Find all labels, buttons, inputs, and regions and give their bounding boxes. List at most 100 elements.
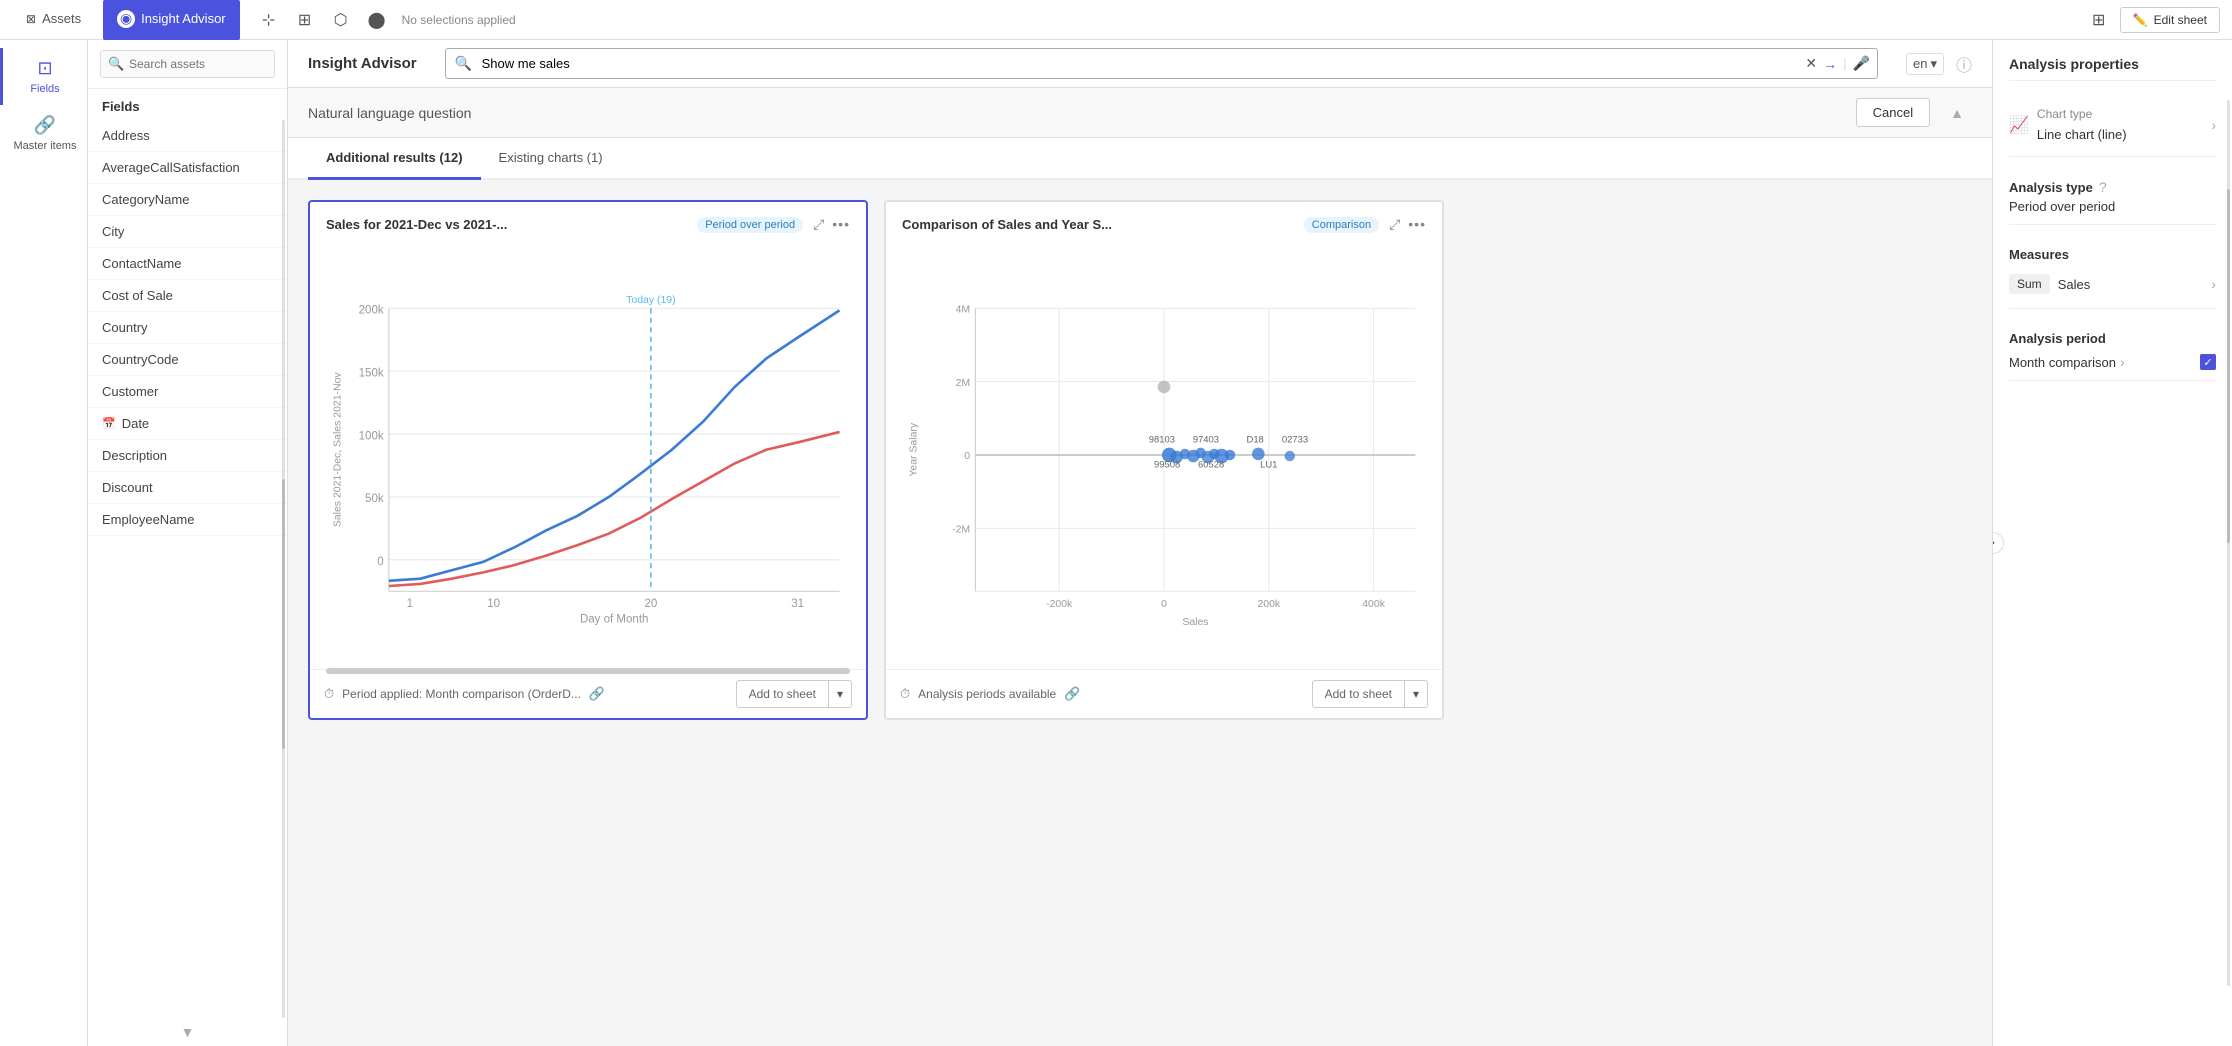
- field-item-city[interactable]: City: [88, 216, 287, 248]
- chart-type-item[interactable]: 📈 Chart type Line chart (line) ›: [2009, 103, 2216, 146]
- info-icon[interactable]: ⓘ: [1956, 52, 1972, 76]
- field-item-avgcall[interactable]: AverageCallSatisfaction: [88, 152, 287, 184]
- nl-question-bar: Natural language question Cancel ▲: [288, 88, 1992, 138]
- more-options-icon[interactable]: •••: [832, 216, 850, 233]
- topbar: ⊠ Assets ◉ Insight Advisor ⊹ ⊞ ⬡ ⬤ No se…: [0, 0, 2232, 40]
- right-panel-title: Analysis properties: [2009, 56, 2216, 81]
- insight-main: Insight Advisor 🔍 ✕ → | 🎤 en ▾ ⓘ: [288, 40, 1992, 1046]
- svg-text:97403: 97403: [1193, 433, 1219, 444]
- analysis-period-section: Analysis period Month comparison › ✓: [2009, 321, 2216, 381]
- period-left: Month comparison ›: [2009, 354, 2125, 370]
- expand-icon[interactable]: ⤢: [813, 216, 824, 233]
- svg-text:150k: 150k: [359, 367, 384, 379]
- svg-text:60528: 60528: [1198, 459, 1224, 470]
- field-item-customer[interactable]: Customer: [88, 376, 287, 408]
- measures-section: Measures Sum Sales ›: [2009, 237, 2216, 309]
- sidebar-item-fields[interactable]: ⊡ Fields: [0, 48, 87, 105]
- analysis-type-help[interactable]: ?: [2099, 179, 2107, 195]
- chart-1-scrollbar[interactable]: [326, 668, 850, 674]
- field-item-description[interactable]: Description: [88, 440, 287, 472]
- microphone-icon[interactable]: 🎤: [1853, 55, 1870, 72]
- svg-text:Year Salary: Year Salary: [909, 422, 920, 476]
- svg-text:200k: 200k: [1257, 599, 1280, 610]
- expand-icon-2[interactable]: ⤢: [1389, 216, 1400, 233]
- tabs-bar: Additional results (12) Existing charts …: [288, 138, 1992, 180]
- tab-additional-results[interactable]: Additional results (12): [308, 138, 481, 180]
- svg-text:0: 0: [377, 556, 383, 568]
- line-chart-icon: 📈: [2009, 115, 2029, 135]
- analysis-type-value: Period over period: [2009, 199, 2216, 214]
- collapse-icon[interactable]: ▲: [1942, 105, 1972, 121]
- chart-card-1: Sales for 2021-Dec vs 2021-... Period ov…: [308, 200, 868, 720]
- chart-card-2: Comparison of Sales and Year S... Compar…: [884, 200, 1444, 720]
- search-bar-input[interactable]: [445, 48, 1878, 79]
- sidebar-item-master-items[interactable]: 🔗 Master items: [0, 105, 87, 162]
- svg-text:2M: 2M: [956, 378, 971, 389]
- insight-header: Insight Advisor 🔍 ✕ → | 🎤 en ▾ ⓘ: [288, 40, 1992, 88]
- calendar-icon: 📅: [102, 417, 116, 430]
- analysis-period-checkbox[interactable]: ✓: [2200, 354, 2216, 370]
- chart-2-footer-text: Analysis periods available: [918, 687, 1056, 701]
- chart-type-section: 📈 Chart type Line chart (line) ›: [2009, 93, 2216, 157]
- chart-type-chevron[interactable]: ›: [2211, 117, 2216, 133]
- selection-tool-icon[interactable]: ⊹: [256, 7, 282, 33]
- analysis-type-section: Analysis type ? Period over period: [2009, 169, 2216, 225]
- field-item-contactname[interactable]: ContactName: [88, 248, 287, 280]
- tab-assets[interactable]: ⊠ Assets: [12, 0, 95, 40]
- search-clear-icon[interactable]: ✕: [1805, 55, 1817, 72]
- tab-insight-advisor[interactable]: ◉ Insight Advisor: [103, 0, 240, 40]
- add-to-sheet-button-1[interactable]: Add to sheet ▾: [736, 680, 852, 708]
- edit-icon: ✏️: [2133, 13, 2148, 27]
- chart-2-body: 4M 2M 0 -2M -200k 0 200k 400k Year Salar…: [886, 241, 1442, 669]
- scrollbar-thumb[interactable]: [282, 479, 285, 748]
- field-item-employeename[interactable]: EmployeeName: [88, 504, 287, 536]
- measure-agg-tag: Sum: [2009, 274, 2050, 294]
- right-panel-scrollbar-thumb[interactable]: [2227, 189, 2230, 543]
- add-to-sheet-button-2[interactable]: Add to sheet ▾: [1312, 680, 1428, 708]
- clock-icon: ⏱: [324, 686, 334, 702]
- grid-layout-icon[interactable]: ⊞: [2086, 7, 2112, 33]
- scatter-chart-svg: 4M 2M 0 -2M -200k 0 200k 400k Year Salar…: [902, 249, 1426, 661]
- field-item-costofsale[interactable]: Cost of Sale: [88, 280, 287, 312]
- search-assets-input[interactable]: [100, 50, 275, 78]
- field-item-address[interactable]: Address: [88, 120, 287, 152]
- add-to-sheet-arrow-1[interactable]: ▾: [829, 681, 851, 707]
- svg-text:Sales: Sales: [1182, 617, 1208, 628]
- tab-existing-charts[interactable]: Existing charts (1): [481, 138, 621, 180]
- topbar-right: ⊞ ✏️ Edit sheet: [2086, 7, 2220, 33]
- field-item-countrycode[interactable]: CountryCode: [88, 344, 287, 376]
- svg-text:50k: 50k: [365, 493, 384, 505]
- field-item-date[interactable]: 📅 Date: [88, 408, 287, 440]
- link-icon-2[interactable]: 🔗: [1064, 686, 1080, 702]
- more-options-icon-2[interactable]: •••: [1408, 216, 1426, 233]
- svg-text:100k: 100k: [359, 430, 384, 442]
- add-to-sheet-arrow-2[interactable]: ▾: [1405, 681, 1427, 707]
- content-area: 🔍 Fields Address AverageCallSatisfaction…: [88, 40, 2232, 1046]
- scroll-down-arrow[interactable]: ▼: [88, 1018, 287, 1046]
- nl-question-label: Natural language question: [308, 105, 1844, 121]
- svg-text:D18: D18: [1247, 433, 1264, 444]
- link-icon[interactable]: 🔗: [589, 686, 605, 702]
- language-selector[interactable]: en ▾: [1906, 53, 1944, 75]
- period-chevron[interactable]: ›: [2120, 354, 2125, 370]
- search-submit-icon[interactable]: →: [1823, 56, 1837, 72]
- svg-text:0: 0: [1161, 599, 1167, 610]
- cancel-button[interactable]: Cancel: [1856, 98, 1930, 127]
- chart-1-footer-text: Period applied: Month comparison (OrderD…: [342, 687, 581, 701]
- measure-chevron[interactable]: ›: [2211, 276, 2216, 292]
- svg-text:-200k: -200k: [1046, 599, 1073, 610]
- svg-text:200k: 200k: [359, 305, 384, 317]
- grid-select-icon[interactable]: ⊞: [292, 7, 318, 33]
- fields-panel-title: Fields: [88, 89, 287, 120]
- lasso-icon[interactable]: ⬡: [328, 7, 354, 33]
- field-item-categoryname[interactable]: CategoryName: [88, 184, 287, 216]
- field-item-discount[interactable]: Discount: [88, 472, 287, 504]
- field-item-country[interactable]: Country: [88, 312, 287, 344]
- measure-item-sales[interactable]: Sum Sales ›: [2009, 270, 2216, 298]
- toolbar-icons: ⊹ ⊞ ⬡ ⬤: [256, 7, 390, 33]
- fields-panel: 🔍 Fields Address AverageCallSatisfaction…: [88, 40, 288, 1046]
- right-panel-collapse[interactable]: ›: [1992, 532, 2004, 554]
- edit-sheet-button[interactable]: ✏️ Edit sheet: [2120, 7, 2220, 33]
- paint-icon[interactable]: ⬤: [364, 7, 390, 33]
- chart-1-footer: ⏱ Period applied: Month comparison (Orde…: [310, 669, 866, 718]
